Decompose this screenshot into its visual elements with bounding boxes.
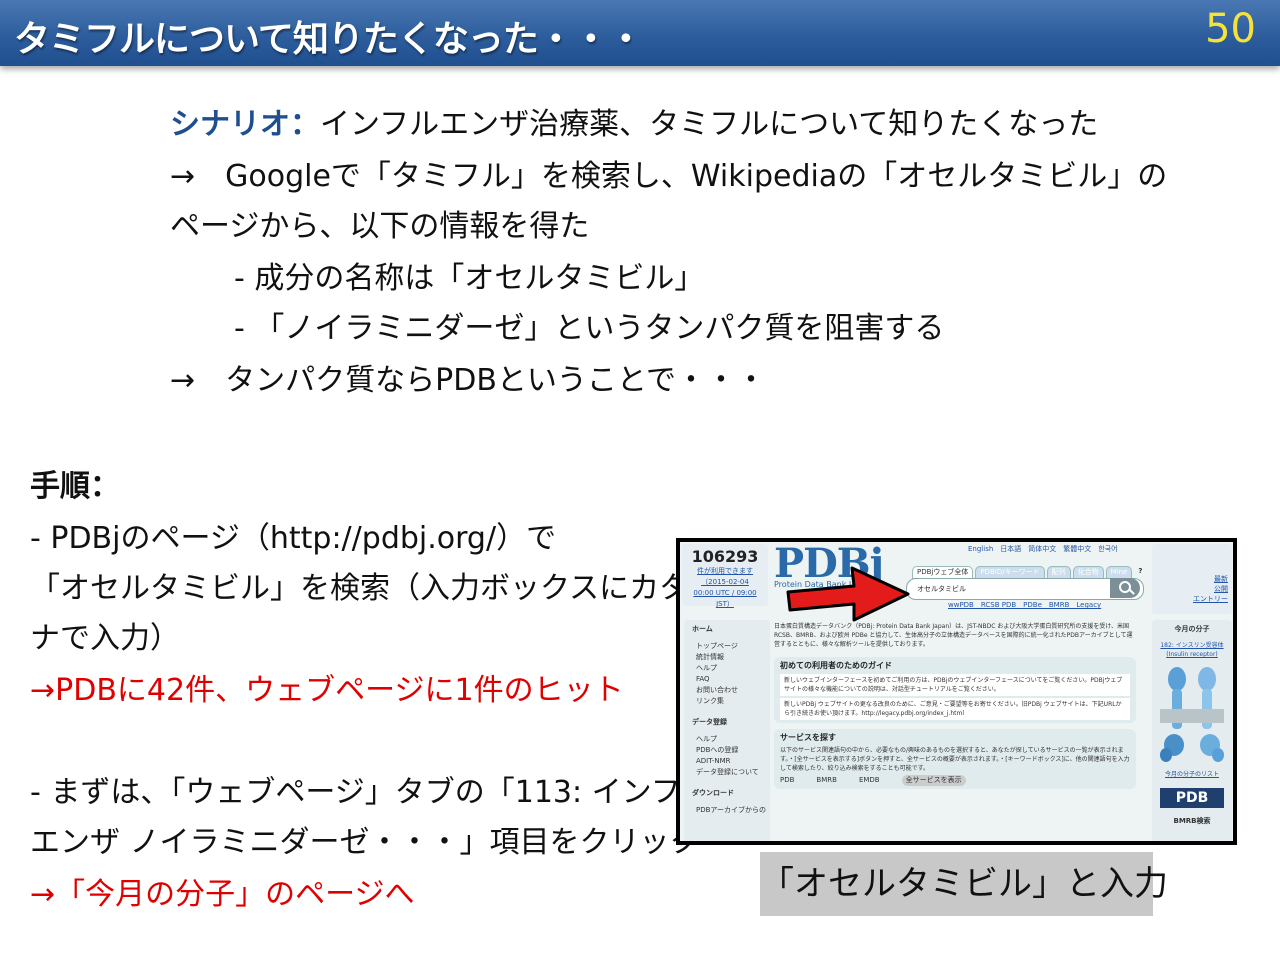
molecule-of-month-link[interactable]: 182: インスリン受容体 (Insulin receptor) xyxy=(1152,641,1232,659)
guide-text-1: 新しいウェブインターフェースを初めてご利用の方は、PDBjのウェブインターフェー… xyxy=(780,674,1130,696)
sidebar-item-contact[interactable]: お問い合わせ xyxy=(696,685,770,696)
scenario-line-3: ページから、以下の情報を得た xyxy=(170,209,590,244)
service-options: PDB BMRB EMDB 全サービスを表示 xyxy=(780,775,1130,786)
wwpdb-logo[interactable]: PDB xyxy=(1160,788,1224,808)
steps-result-1: →PDBに42件、ウェブページに1件のヒット xyxy=(30,673,624,708)
sidebar-item-archive[interactable]: PDBアーカイブからの xyxy=(696,805,770,816)
language-links[interactable]: English 日本語 简体中文 繁體中文 한국어 xyxy=(968,544,1118,555)
service-option-emdb[interactable]: EMDB xyxy=(859,775,880,786)
red-arrow-icon xyxy=(786,566,910,622)
steps-line-5: - まずは、「ウェブページ」タブの「113: インフル xyxy=(30,775,711,810)
tab-help[interactable]: ? xyxy=(1134,566,1146,579)
molecule-list-link[interactable]: 今月の分子のリスト xyxy=(1152,769,1232,778)
scenario-label: シナリオ： xyxy=(170,107,320,142)
service-option-pdb[interactable]: PDB xyxy=(780,775,794,786)
bmrb-search-title: BMRB検索 xyxy=(1173,817,1211,825)
sidebar-item-top[interactable]: トップページ xyxy=(696,641,770,652)
scenario-line-2: → Googleで「タミフル」を検索し、Wikipediaの「オセルタミビル」の xyxy=(170,159,1168,194)
sidebar-download-title: ダウンロード xyxy=(692,789,734,797)
sidebar-item-stats[interactable]: 統計情報 xyxy=(696,652,770,663)
show-all-services-button[interactable]: 全サービスを表示 xyxy=(901,775,966,786)
scenario-line-5: - 「ノイラミニダーゼ」というタンパク質を阻害する xyxy=(234,311,945,346)
steps-line-2: 「オセルタミビル」を検索（入力ボックスにカタカ xyxy=(30,571,720,606)
scenario-line-6: → タンパク質ならPDBということで・・・ xyxy=(170,363,767,398)
count-note-4[interactable]: JST） xyxy=(682,599,768,610)
sidebar-item-faq[interactable]: FAQ xyxy=(696,674,770,685)
scenario-line-1: シナリオ：インフルエンザ治療薬、タミフルについて知りたくなった xyxy=(170,100,1098,150)
search-icon-handle xyxy=(1129,589,1135,595)
slide-header: タミフルについて知りたくなった・・・ 50 xyxy=(0,0,1280,66)
insulin-receptor-image[interactable] xyxy=(1152,659,1232,769)
count-note-1[interactable]: 件が利用できます xyxy=(682,566,768,577)
entry-counter-box: 106293 件が利用できます （2015-02-04 00:00 UTC / … xyxy=(682,544,768,608)
sidebar-data-title: データ登録 xyxy=(692,718,727,726)
molecule-of-month-title: 今月の分子 xyxy=(1174,625,1210,633)
scenario-text-1: インフルエンザ治療薬、タミフルについて知りたくなった xyxy=(320,107,1099,142)
count-note-3[interactable]: 00:00 UTC / 09:00 xyxy=(682,588,768,599)
page-number: 50 xyxy=(1205,6,1256,52)
search-input[interactable]: オセルタミビル xyxy=(906,578,1144,600)
main-content: 日本蛋白質構造データバンク（PDBj: Protein Data Bank Ja… xyxy=(774,622,1146,841)
sidebar-item-data-help[interactable]: ヘルプ xyxy=(696,734,770,745)
guide-panel: 初めての利用者のためのガイド 新しいウェブインターフェースを初めてご利用の方は、… xyxy=(774,657,1136,723)
right-sidebar: 今月の分子 182: インスリン受容体 (Insulin receptor) 今… xyxy=(1152,620,1232,841)
count-note-2[interactable]: （2015-02-04 xyxy=(682,577,768,588)
intro-text: 日本蛋白質構造データバンク（PDBj: Protein Data Bank Ja… xyxy=(774,623,1133,648)
search-input-value: オセルタミビル xyxy=(917,585,966,593)
latest-3[interactable]: エントリー xyxy=(1193,594,1228,605)
latest-release-box: 最新 公開 エントリー xyxy=(1152,544,1232,614)
sidebar-item-help[interactable]: ヘルプ xyxy=(696,663,770,674)
steps-result-2: →「今月の分子」のページへ xyxy=(30,877,415,912)
steps-heading: 手順： xyxy=(30,469,120,504)
service-title: サービスを探す xyxy=(780,733,836,742)
sidebar-item-deposit-about[interactable]: データ登録について xyxy=(696,767,770,778)
pdbj-screenshot: 106293 件が利用できます （2015-02-04 00:00 UTC / … xyxy=(676,538,1237,845)
slide-title: タミフルについて知りたくなった・・・ xyxy=(14,19,644,60)
left-sidebar: ホーム トップページ 統計情報 ヘルプ FAQ お問い合わせ リンク集 データ登… xyxy=(684,620,770,841)
service-panel: サービスを探す 以下のサービス関連語句の中から、必要なもの/興味のあるものを選択… xyxy=(774,729,1136,789)
entry-count: 106293 xyxy=(691,547,759,566)
search-button[interactable] xyxy=(1110,578,1140,598)
service-option-bmrb[interactable]: BMRB xyxy=(816,775,837,786)
service-text: 以下のサービス関連語句の中から、必要なもの/興味のあるものを選択すると、あなたが… xyxy=(780,747,1130,772)
steps-line-1: - PDBjのページ（http://pdbj.org/）で xyxy=(30,521,557,556)
guide-text-2: 新しいPDBj ウェブサイトの更なる改良のために、ご意見・ご要望等をお寄せくださ… xyxy=(780,698,1130,720)
steps-line-6: エンザ ノイラミニダーゼ・・・」項目をクリック xyxy=(30,825,700,860)
mirror-links[interactable]: wwPDB RCSB PDB PDBe BMRB Legacy xyxy=(948,600,1101,611)
sidebar-home-title: ホーム xyxy=(692,625,713,633)
scenario-line-4: - 成分の名称は「オセルタミビル」 xyxy=(234,261,705,296)
guide-title: 初めての利用者のためのガイド xyxy=(780,661,892,670)
sidebar-item-pdb-deposit[interactable]: PDBへの登録 xyxy=(696,745,770,756)
steps-line-3: ナで入力） xyxy=(30,621,180,656)
screenshot-caption: 「オセルタミビル」と入力 xyxy=(760,852,1168,916)
sidebar-item-adit-nmr[interactable]: ADIT-NMR xyxy=(696,756,770,767)
sidebar-item-links[interactable]: リンク集 xyxy=(696,696,770,707)
